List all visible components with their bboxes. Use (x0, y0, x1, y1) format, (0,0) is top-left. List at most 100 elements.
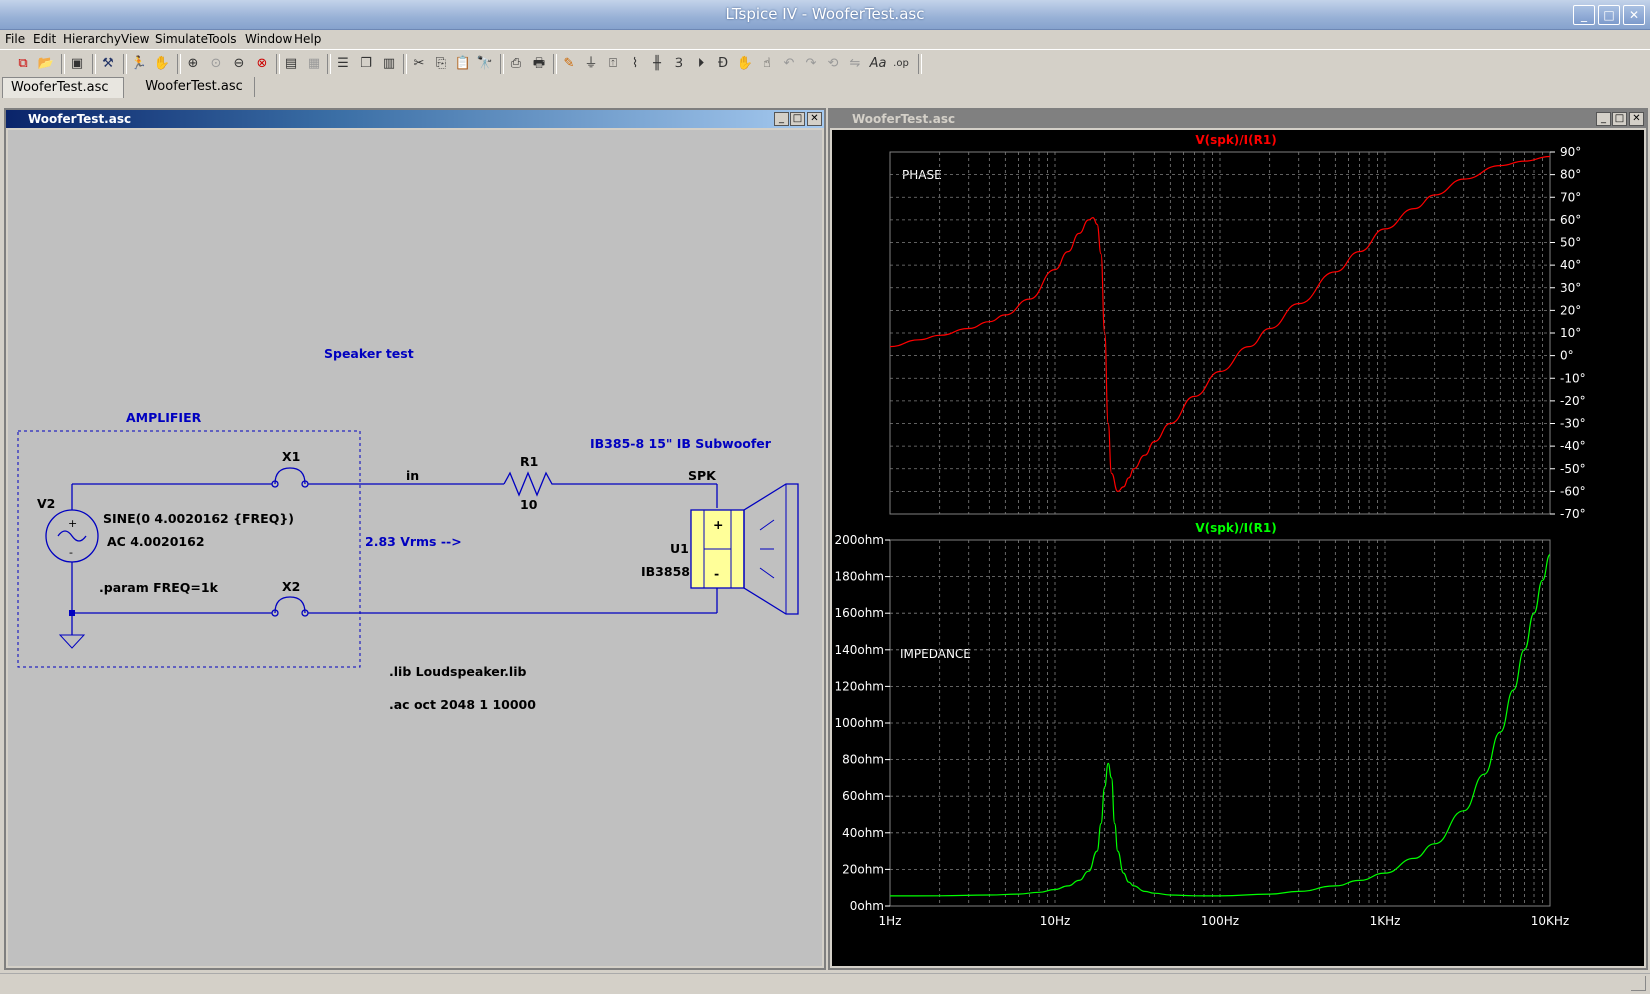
tile-vertical-icon[interactable]: ▥ (380, 55, 398, 73)
r1-value[interactable]: 10 (520, 497, 538, 512)
ground-icon[interactable]: ⏚ (582, 55, 600, 73)
ac-directive[interactable]: .ac oct 2048 1 10000 (389, 697, 536, 712)
spice-directive-icon[interactable]: .op (892, 55, 910, 73)
y-tick-label: -60° (1560, 484, 1586, 498)
new-schematic-icon[interactable]: ⧉ (14, 55, 32, 73)
paste-icon[interactable]: 📋 (454, 55, 472, 73)
amplifier-label[interactable]: AMPLIFIER (126, 410, 202, 425)
voltage-source-v2[interactable]: + - (45, 509, 99, 563)
menu-file[interactable]: File (5, 32, 25, 46)
inductor-icon[interactable]: Ɜ (670, 55, 688, 73)
halt-icon[interactable]: ✋ (153, 55, 171, 73)
svg-text:+: + (68, 517, 77, 530)
zoom-fit-icon[interactable]: ⊗ (253, 55, 271, 73)
u1-label[interactable]: U1 (670, 541, 689, 556)
ground-symbol[interactable] (58, 634, 86, 649)
y-tick-label: -30° (1560, 417, 1586, 431)
schematic-canvas[interactable]: + - Speaker test AMPLIFIER V2 SINE(0 4.0… (8, 130, 822, 966)
close-icon[interactable]: ✕ (1623, 5, 1645, 25)
zoom-out-icon[interactable]: ⊖ (230, 55, 248, 73)
menu-simulate[interactable]: Simulate (155, 32, 208, 46)
waveform-close-icon[interactable]: ✕ (1629, 112, 1644, 126)
cut-icon[interactable]: ✂ (410, 55, 428, 73)
net-label-in[interactable]: in (406, 468, 419, 483)
svg-text:-: - (69, 546, 73, 559)
pan-icon[interactable]: ⊙ (207, 55, 225, 73)
schematic-close-icon[interactable]: ✕ (807, 112, 822, 126)
run-icon[interactable]: 🏃 (130, 55, 148, 73)
speaker-description[interactable]: IB385-8 15" IB Subwoofer (590, 436, 772, 451)
menu-view[interactable]: View (121, 32, 149, 46)
mirror-icon[interactable]: ⇋ (846, 55, 864, 73)
zoom-in-icon[interactable]: ⊕ (184, 55, 202, 73)
lib-directive[interactable]: .lib Loudspeaker.lib (389, 664, 526, 679)
menu-help[interactable]: Help (294, 32, 321, 46)
find-icon[interactable]: 🔭 (476, 55, 494, 73)
drag-icon[interactable]: ☝ (758, 55, 776, 73)
menu-tools[interactable]: Tools (207, 32, 237, 46)
label-net-icon[interactable]: ⍐ (604, 55, 622, 73)
x1-label[interactable]: X1 (282, 449, 300, 464)
x-tick-label: 10Hz (1040, 914, 1071, 928)
net-label-spk[interactable]: SPK (688, 468, 717, 483)
x2-symbol[interactable] (271, 596, 309, 617)
param-directive[interactable]: .param FREQ=1k (99, 580, 219, 595)
v2-label[interactable]: V2 (37, 496, 55, 511)
v2-sine-spec[interactable]: SINE(0 4.0020162 {FREQ}) (103, 511, 294, 526)
speaker-u1[interactable] (690, 483, 799, 615)
resistor-r1[interactable] (503, 471, 558, 497)
schematic-drawing: + - Speaker test AMPLIFIER V2 SINE(0 4.0… (17, 346, 799, 712)
minimize-icon[interactable]: _ (1573, 5, 1595, 25)
cascade-icon[interactable]: ❐ (357, 55, 375, 73)
maximize-icon[interactable]: □ (1598, 5, 1620, 25)
vrms-comment[interactable]: 2.83 Vrms --> (365, 534, 462, 549)
impedance-trace-label[interactable]: V(spk)/I(R1) (1195, 521, 1276, 535)
x-tick-label: 100Hz (1201, 914, 1239, 928)
series-line-V(spk)/I(R1)[interactable] (889, 554, 1551, 897)
print-icon[interactable]: 🖶 (530, 55, 548, 73)
waveform-window-title: WooferTest.asc (830, 110, 1646, 128)
x2-label[interactable]: X2 (282, 579, 300, 594)
schematic-maximize-icon[interactable]: □ (790, 112, 805, 126)
y-tick-label: 60° (1560, 213, 1581, 227)
v2-ac-spec[interactable]: AC 4.0020162 (107, 534, 205, 549)
redo-icon[interactable]: ↷ (802, 55, 820, 73)
component-icon[interactable]: Ð (714, 55, 732, 73)
move-icon[interactable]: ✋ (736, 55, 754, 73)
y-tick-label: 80ohm (842, 753, 884, 767)
resistor-icon[interactable]: ⌇ (626, 55, 644, 73)
waveform-maximize-icon[interactable]: □ (1612, 112, 1627, 126)
text-icon[interactable]: Aa (869, 55, 887, 73)
x1-symbol[interactable] (271, 467, 309, 488)
undo-icon[interactable]: ↶ (780, 55, 798, 73)
control-panel-icon[interactable]: ⚒ (99, 55, 117, 73)
menu-edit[interactable]: Edit (33, 32, 56, 46)
grid-icon[interactable]: ▦ (305, 55, 323, 73)
schematic-title[interactable]: Speaker test (324, 346, 414, 361)
open-icon[interactable]: 📂 (37, 55, 55, 73)
wire-icon[interactable]: ✎ (560, 55, 578, 73)
junction-dot (69, 610, 75, 616)
copy-icon[interactable]: ⎘ (432, 55, 450, 73)
rotate-icon[interactable]: ⟲ (824, 55, 842, 73)
resize-grip-icon[interactable] (1631, 976, 1646, 991)
waveform-canvas[interactable]: V(spk)/I(R1) PHASE 90° 80° 70° 60° 50° 40° 30°… (832, 130, 1644, 966)
menu-bar: File Edit Hierarchy View Simulate Tools … (0, 29, 1650, 49)
tile-horizontal-icon[interactable]: ☰ (334, 55, 352, 73)
schematic-minimize-icon[interactable]: _ (774, 112, 789, 126)
impedance-annotation: IMPEDANCE (900, 647, 971, 661)
print-setup-icon[interactable]: ⎙ (507, 55, 525, 73)
diode-icon[interactable]: ⏵ (692, 55, 710, 73)
capacitor-icon[interactable]: ╫ (648, 55, 666, 73)
waveform-minimize-icon[interactable]: _ (1596, 112, 1611, 126)
menu-hierarchy[interactable]: Hierarchy (63, 32, 121, 46)
autorange-icon[interactable]: ▤ (282, 55, 300, 73)
tab-woofertest-1[interactable]: WooferTest.asc (2, 77, 124, 98)
phase-trace-label[interactable]: V(spk)/I(R1) (1195, 133, 1276, 147)
r1-label[interactable]: R1 (520, 454, 538, 469)
save-icon[interactable]: ▣ (68, 55, 86, 73)
u1-model[interactable]: IB3858 (641, 564, 690, 579)
tab-woofertest-2[interactable]: WooferTest.asc (134, 77, 255, 97)
menu-window[interactable]: Window (245, 32, 292, 46)
schematic-window-title: WooferTest.asc (6, 110, 824, 128)
